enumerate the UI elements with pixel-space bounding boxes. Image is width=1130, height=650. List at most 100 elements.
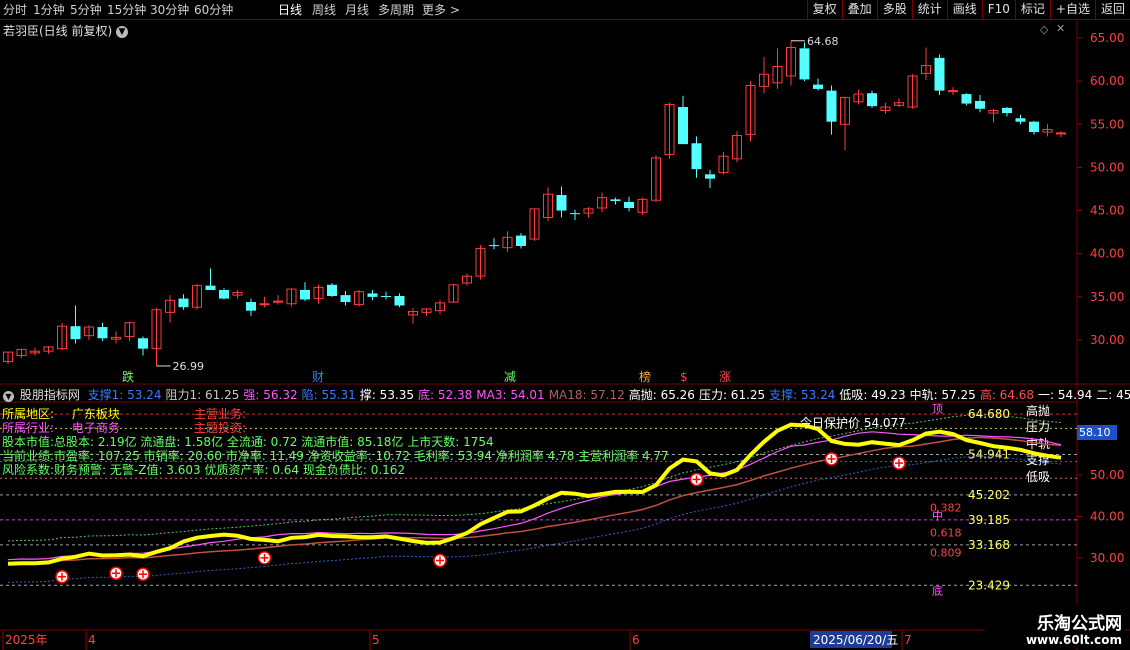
indicator-legend-item: 高抛 [1026,403,1050,418]
tag-middle: 中 [932,510,943,523]
indicator-field: 强: 56.32 [243,388,298,402]
date-label: 7 [904,633,912,647]
indicator-field: 压力: 61.25 [698,388,766,402]
date-label: 2025年 [5,633,48,647]
indicator-y-tick-label: 40.00 [1090,510,1124,524]
candle-down [1002,107,1012,114]
indicator-y-tick-label: 30.00 [1090,551,1124,565]
candle-down [934,57,945,91]
indicator-level-label: 54.941 [968,447,1010,461]
date-label: 4 [88,633,96,647]
event-marker: 减 [504,370,516,384]
indicator-field: 支撑1: 53.24 [87,388,162,402]
event-marker: 涨 [719,369,731,384]
high-label: 64.68 [807,35,839,48]
indicator-field: 二: 45.20 [1096,388,1130,402]
candle-down [826,90,837,122]
indicator-field: 高抛: 65.26 [628,388,695,402]
indicator-field: 低吸: 49.23 [839,388,906,402]
current-value-label: 58.10 [1079,426,1111,439]
y-tick-label: 45.00 [1090,204,1124,218]
date-label: 6 [632,633,640,647]
indicator-field: 高: 64.68 [979,388,1035,402]
fib-label: 0.809 [930,547,962,560]
indicator-field: MA3: 54.01 [476,388,545,402]
y-tick-label: 30.00 [1090,333,1124,347]
candle-down [813,84,823,89]
candle-down [97,327,108,339]
indicator-legend-item: 压力 [1026,420,1050,434]
candle-down [1029,121,1039,133]
fib-label: 0.618 [930,527,962,540]
candle-down [570,213,580,215]
candle-down [705,174,715,179]
indicator-field: 陷: 55.31 [301,388,356,402]
indicator-name[interactable]: 股朋指标网 [20,388,80,402]
indicator-level-label: 45.202 [968,488,1010,502]
indicator-field: 一: 54.94 [1038,388,1093,402]
date-label: 5 [372,633,380,647]
indicator-field: 中轨: 57.25 [909,388,976,402]
low-label: 26.99 [173,360,205,373]
info-risk-row: 风险系数:财务预警: 无警-Z值: 3.603 优质资产率: 0.64 现金负债… [2,463,406,477]
indicator-values: 支撑1: 53.24 阻力1: 61.25 强: 56.32 陷: 55.31 撑: 5… [88,388,1130,402]
candle-down [300,289,310,300]
indicator-y-tick-label: 50.00 [1090,468,1124,482]
candle-down [1015,118,1026,122]
indicator-field: MA18: 57.12 [548,388,625,402]
candle-down [246,302,256,311]
event-marker: 跌 [122,369,134,384]
candle-down [624,201,634,208]
candle-down [975,100,985,109]
stock-chart-window: 分时 1分钟 5分钟 15分钟 30分钟 60分钟 日线 周线 月线 多周期 更… [0,0,1130,650]
candle-up [259,303,270,306]
indicator-header: ▼ 股朋指标网 支撑1: 53.24 阻力1: 61.25 强: 56.32 陷: 5… [0,386,1130,402]
price-chart[interactable]: 65.00 60.00 55.00 50.00 45.00 40.00 35.00 30.00… [0,0,1130,650]
candle-down [367,293,378,297]
candle-down [219,289,229,299]
event-marker: $ [680,370,688,384]
indicator-field: 支撑: 53.24 [769,388,836,402]
candle-down [516,235,526,246]
y-tick-label: 50.00 [1090,160,1124,174]
candle-up [1056,132,1066,135]
tag-top: 顶 [932,403,943,416]
indicator-field: 底: 52.38 [418,388,473,402]
candle-down [394,295,405,306]
chevron-down-icon[interactable]: ▼ [3,391,14,402]
candle-down [867,93,877,107]
indicator-level-label: 39.185 [968,513,1010,527]
y-tick-label: 65.00 [1090,31,1124,45]
candle-up [948,90,958,93]
candle-down [489,245,499,247]
candle-down [556,195,567,211]
candle-down [70,326,81,340]
candle-down [381,295,391,297]
candle-down [961,94,972,104]
candle-down [678,107,688,145]
candle-down [799,48,810,80]
y-tick-label: 60.00 [1090,74,1124,88]
candle-down [178,298,189,308]
event-marker: 榜 [639,369,651,384]
candle-down [327,284,337,296]
indicator-level-label: 64.680 [968,407,1010,421]
y-tick-label: 55.00 [1090,117,1124,131]
candle-down [691,143,702,170]
indicator-level-label: 23.429 [968,578,1010,592]
candle-down [205,285,216,290]
candle-up [273,300,283,303]
y-tick-label: 40.00 [1090,247,1124,261]
indicator-field: 撑: 53.35 [359,388,415,402]
indicator-field: 阻力1: 61.25 [165,388,240,402]
tag-bottom: 底 [932,583,943,597]
protect-price-label: 今日保护价 54.077 [800,415,906,430]
candle-down [610,199,621,202]
indicator-legend-item: 低吸 [1026,470,1050,484]
y-tick-label: 35.00 [1090,290,1124,304]
indicator-level-label: 33.168 [968,538,1010,552]
event-marker: 财 [312,370,324,384]
candle-down [138,338,148,349]
watermark-url: www.60lt.com [1025,633,1122,647]
cursor-date-label: 2025/06/20/五 [813,633,898,647]
